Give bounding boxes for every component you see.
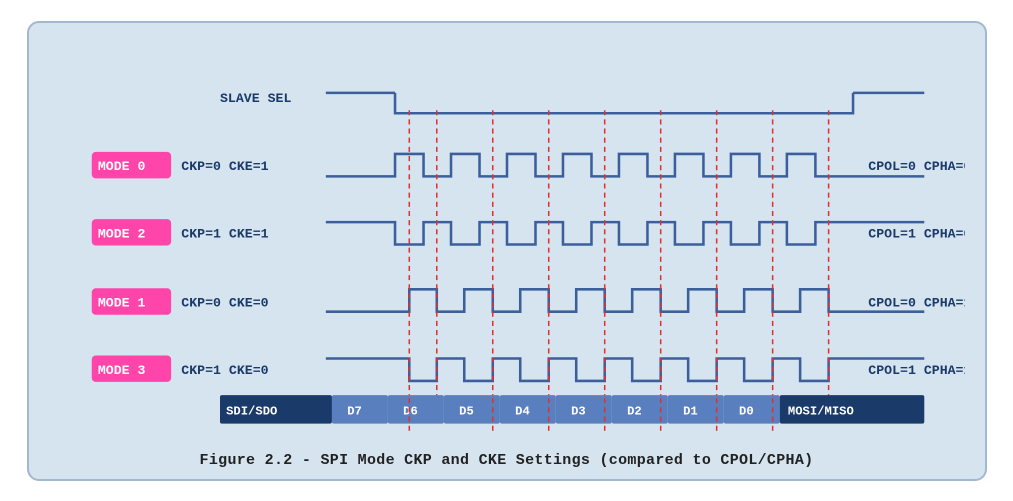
mode1-label: MODE 1 [97, 295, 145, 310]
data-label-d4: D4 [515, 404, 530, 418]
data-label-d5: D5 [459, 404, 474, 418]
data-label-d2: D2 [627, 404, 642, 418]
data-label-d3: D3 [571, 404, 586, 418]
data-label-d6: D6 [403, 404, 418, 418]
mode3-right: CPOL=1 CPHA=1 [868, 362, 965, 377]
mode3-label: MODE 3 [97, 362, 145, 377]
mode1-right: CPOL=0 CPHA=1 [868, 295, 965, 310]
timing-diagram-svg: .mode-box { fill: #ff44aa; rx: 4; } .mod… [49, 41, 965, 444]
data-label-d1: D1 [683, 404, 698, 418]
mode0-label: MODE 0 [97, 159, 145, 174]
figure-caption: Figure 2.2 - SPI Mode CKP and CKE Settin… [200, 452, 814, 469]
mode2-label: MODE 2 [97, 226, 145, 241]
mode0-right: CPOL=0 CPHA=0 [868, 159, 965, 174]
data-label-d0: D0 [739, 404, 754, 418]
mode1-params: CKP=0 CKE=0 [181, 295, 268, 310]
mode1-wave [325, 289, 923, 311]
mode3-params: CKP=1 CKE=0 [181, 362, 268, 377]
diagram-container: .mode-box { fill: #ff44aa; rx: 4; } .mod… [27, 21, 987, 481]
mode0-params: CKP=0 CKE=1 [181, 159, 268, 174]
data-label-mosimiso: MOSI/MISO [787, 404, 853, 418]
mode3-wave [325, 358, 923, 380]
mode2-right: CPOL=1 CPHA=0 [868, 226, 965, 241]
mode2-wave [325, 222, 923, 244]
mode2-params: CKP=1 CKE=1 [181, 226, 268, 241]
diagram-area: .mode-box { fill: #ff44aa; rx: 4; } .mod… [49, 41, 965, 444]
mode0-wave [325, 153, 923, 175]
data-label-d7: D7 [347, 404, 362, 418]
slave-sel-wave-mid [395, 92, 853, 112]
slave-sel-label: SLAVE SEL [219, 91, 290, 106]
data-label-sdisdo: SDI/SDO [226, 404, 277, 418]
